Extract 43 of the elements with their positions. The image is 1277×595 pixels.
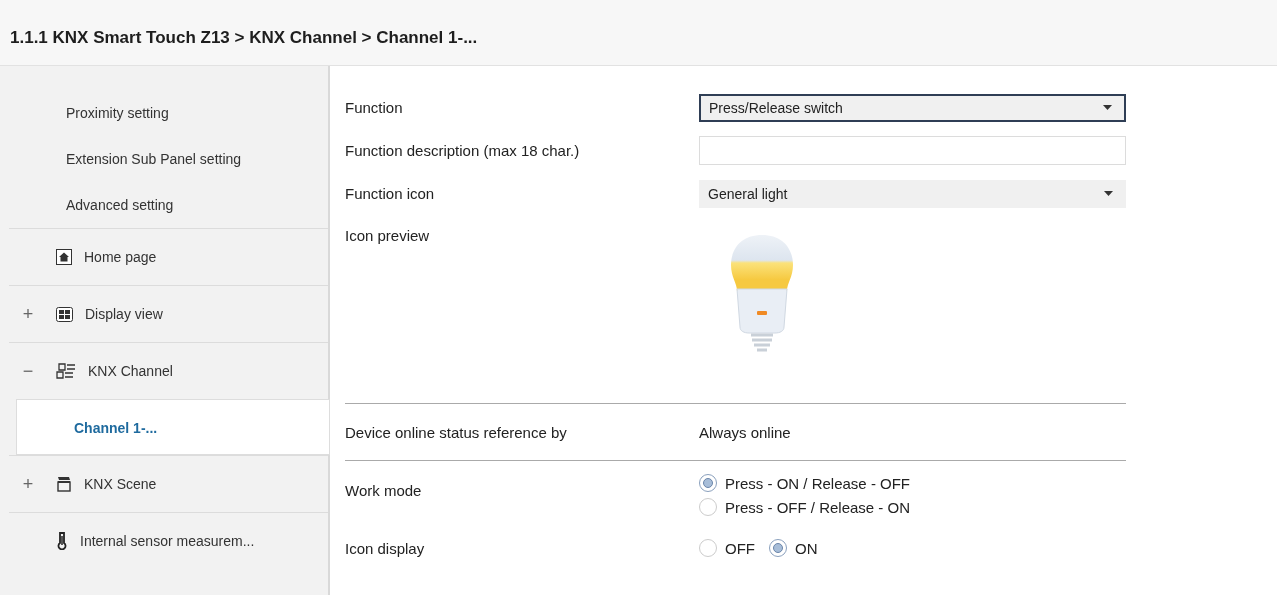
expand-toggle[interactable]: + — [9, 303, 47, 325]
expand-toggle[interactable]: − — [9, 360, 47, 382]
grid-icon — [56, 306, 73, 322]
tree-node[interactable]: + Display view — [9, 285, 328, 342]
field-label: Work mode — [345, 481, 423, 499]
tree-node-label: Display view — [85, 306, 163, 322]
home-icon — [56, 249, 72, 265]
radio-button[interactable] — [769, 539, 787, 557]
tree-node-label: KNX Channel — [88, 363, 173, 379]
channel-list-icon — [56, 363, 76, 379]
dropdown[interactable]: Press/Release switch — [699, 93, 1126, 122]
field-label: Function — [345, 99, 404, 116]
tree-node[interactable]: Internal sensor measurem... — [9, 512, 328, 569]
field-label: Function icon — [345, 185, 436, 202]
sidebar-item[interactable]: Proximity setting — [0, 90, 328, 136]
tree-node-label: KNX Scene — [84, 476, 157, 492]
field-label: Icon display — [345, 539, 426, 557]
sidebar-item[interactable]: Advanced setting — [0, 182, 328, 228]
caret-icon — [1104, 191, 1113, 196]
radio-label: ON — [795, 539, 818, 557]
expand-toggle[interactable]: + — [9, 473, 47, 495]
radio-label: OFF — [725, 539, 755, 557]
sidebar-item[interactable]: Extension Sub Panel setting — [0, 136, 328, 182]
tree-child-item[interactable]: Channel 1-... — [16, 399, 330, 455]
tree-node-label: Internal sensor measurem... — [80, 533, 255, 549]
thermometer-icon — [56, 532, 68, 550]
dropdown[interactable]: General light — [699, 179, 1126, 208]
tree-node[interactable]: + KNX Scene — [9, 455, 328, 512]
clapperboard-icon — [56, 476, 72, 492]
caret-icon — [1103, 105, 1112, 110]
field-value: Always online — [699, 423, 791, 441]
field-label: Device online status reference by — [345, 423, 568, 441]
radio-button[interactable] — [699, 539, 717, 557]
field-label: Function description (max 18 char.) — [345, 142, 581, 159]
radio-button[interactable] — [699, 474, 717, 492]
breadcrumb-title: 1.1.1 KNX Smart Touch Z13 > KNX Channel > Channel 1-... — [10, 27, 478, 48]
radio-button[interactable] — [699, 498, 717, 516]
radio-label: Press - OFF / Release - ON — [725, 498, 911, 516]
tree-node[interactable]: Home page — [9, 228, 328, 285]
input-field[interactable] — [699, 136, 1126, 165]
radio-label: Press - ON / Release - OFF — [725, 474, 911, 492]
field-label: Icon preview — [345, 227, 430, 244]
tree-node-label: Home page — [84, 249, 157, 265]
